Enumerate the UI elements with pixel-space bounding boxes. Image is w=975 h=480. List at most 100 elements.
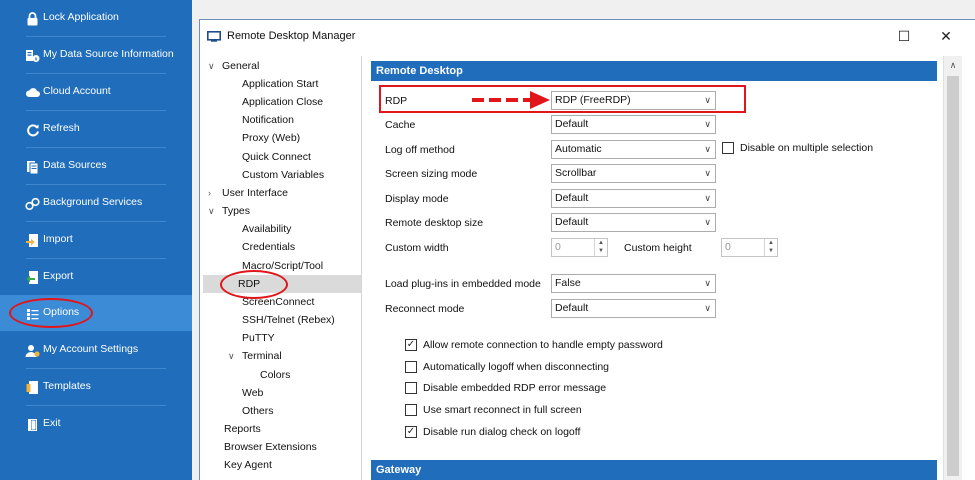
chevron-down-icon: ∨ [704,119,711,129]
spinner-icon[interactable]: ▲ ▼ [764,239,777,256]
account-icon [25,343,40,358]
sidebar-item-label: Lock Application [43,11,119,23]
backstage-sidebar: Lock Application My Data Source Informat… [0,0,192,480]
cache-label: Cache [385,119,416,131]
sidebar-item-label: Refresh [43,122,80,134]
disable-run-dialog-checkbox[interactable]: ✓ Disable run dialog check on logoff [405,426,580,438]
cache-select[interactable]: Default ∨ [551,115,716,134]
tree-item-types[interactable]: ∨ Types [208,202,250,220]
tree-item-terminal[interactable]: ∨ Terminal [228,347,282,365]
cloud-icon [25,85,40,100]
sidebar-item-label: Exit [43,417,61,429]
checkbox-box [405,361,417,373]
smart-reconnect-checkbox[interactable]: Use smart reconnect in full screen [405,404,582,416]
tree-item-application-start[interactable]: Application Start [242,75,318,93]
log-off-method-select[interactable]: Automatic ∨ [551,140,716,159]
tree-item-colors[interactable]: Colors [260,366,290,384]
chevron-down-icon: ∨ [704,193,711,203]
auto-logoff-checkbox[interactable]: Automatically logoff when disconnecting [405,361,609,373]
title-bar: Remote Desktop Manager ☐ ✕ [200,20,975,53]
chevron-down-icon: ∨ [704,217,711,227]
options-tree: ∨ General Application Start Application C… [200,56,362,480]
chevron-down-icon: ∨ [704,303,711,313]
allow-empty-password-checkbox[interactable]: ✓ Allow remote connection to handle empty… [405,339,663,351]
options-dialog: Remote Desktop Manager ☐ ✕ ∨ General Appl… [199,19,975,480]
sidebar-item-templates[interactable]: Templates [0,369,192,405]
tree-item-general[interactable]: ∨ General [208,57,259,75]
remote-desktop-manager-icon [207,31,221,42]
tree-item-proxy-web[interactable]: Proxy (Web) [242,129,300,147]
chevron-down-icon: ∨ [704,144,711,154]
close-button[interactable]: ✕ [926,20,966,53]
custom-width-input[interactable]: 0 ▲ ▼ [551,238,608,257]
sidebar-item-label: My Data Source Information [43,48,174,60]
export-icon [25,270,40,285]
sidebar-item-refresh[interactable]: Refresh [0,111,192,147]
tree-item-credentials[interactable]: Credentials [242,238,295,256]
display-mode-label: Display mode [385,193,449,205]
checkbox-box [405,404,417,416]
rdp-row-highlight-rect [379,85,746,113]
log-off-method-label: Log off method [385,144,455,156]
sidebar-item-label: Cloud Account [43,85,111,97]
sidebar-item-label: My Account Settings [43,343,139,355]
tree-item-application-close[interactable]: Application Close [242,93,323,111]
sidebar-item-exit[interactable]: Exit [0,406,192,442]
remote-desktop-size-label: Remote desktop size [385,217,484,229]
checkbox-checked: ✓ [405,426,417,438]
sidebar-item-my-account-settings[interactable]: My Account Settings [0,332,192,368]
options-highlight-ellipse [9,298,93,328]
chevron-down-icon: ∨ [228,351,235,361]
scroll-up-icon[interactable]: ∧ [944,60,962,71]
sidebar-item-cloud-account[interactable]: Cloud Account [0,74,192,110]
load-plugins-label: Load plug-ins in embedded mode [385,278,541,290]
sidebar-item-my-data-source-information[interactable]: My Data Source Information [0,37,192,73]
chevron-down-icon: ∨ [208,61,215,71]
sidebar-item-label: Templates [43,380,91,392]
tree-item-ssh-telnet[interactable]: SSH/Telnet (Rebex) [242,311,335,329]
tree-item-putty[interactable]: PuTTY [242,329,275,347]
tree-item-user-interface[interactable]: › User Interface [208,184,288,202]
checkbox-checked: ✓ [405,339,417,351]
screen-sizing-mode-label: Screen sizing mode [385,168,478,180]
chevron-down-icon: ∨ [704,278,711,288]
tree-item-quick-connect[interactable]: Quick Connect [242,148,311,166]
remote-desktop-size-select[interactable]: Default ∨ [551,213,716,232]
sidebar-item-label: Export [43,270,74,282]
reconnect-mode-label: Reconnect mode [385,303,465,315]
maximize-button[interactable]: ☐ [884,20,924,53]
lock-icon [25,11,40,26]
sidebar-item-import[interactable]: Import [0,222,192,258]
display-mode-select[interactable]: Default ∨ [551,189,716,208]
sidebar-item-background-services[interactable]: Background Services [0,185,192,221]
custom-height-label: Custom height [624,242,692,254]
tree-item-key-agent[interactable]: Key Agent [224,456,272,474]
tree-item-notification[interactable]: Notification [242,111,294,129]
sidebar-item-label: Import [43,233,73,245]
panel-scrollbar[interactable]: ∧ [943,56,962,480]
checkbox-box [722,142,734,154]
tree-item-others[interactable]: Others [242,402,274,420]
tree-item-custom-variables[interactable]: Custom Variables [242,166,324,184]
custom-width-label: Custom width [385,242,449,254]
reconnect-mode-select[interactable]: Default ∨ [551,299,716,318]
disable-rdp-error-checkbox[interactable]: Disable embedded RDP error message [405,382,606,394]
tree-item-browser-extensions[interactable]: Browser Extensions [224,438,317,456]
custom-height-input[interactable]: 0 ▲ ▼ [721,238,778,257]
dialog-title: Remote Desktop Manager [227,30,356,42]
sidebar-item-export[interactable]: Export [0,259,192,295]
disable-multiple-selection-checkbox[interactable]: Disable on multiple selection [722,142,873,154]
load-plugins-select[interactable]: False ∨ [551,274,716,293]
spinner-icon[interactable]: ▲ ▼ [594,239,607,256]
sidebar-item-label: Background Services [43,196,143,208]
refresh-icon [25,122,40,137]
tree-item-reports[interactable]: Reports [224,420,261,438]
scroll-thumb[interactable] [947,76,959,476]
templates-icon [25,380,40,395]
checkbox-box [405,382,417,394]
sidebar-item-lock-application[interactable]: Lock Application [0,0,192,36]
screen-sizing-mode-select[interactable]: Scrollbar ∨ [551,164,716,183]
tree-item-web[interactable]: Web [242,384,263,402]
tree-item-availability[interactable]: Availability [242,220,291,238]
sidebar-item-data-sources[interactable]: Data Sources [0,148,192,184]
